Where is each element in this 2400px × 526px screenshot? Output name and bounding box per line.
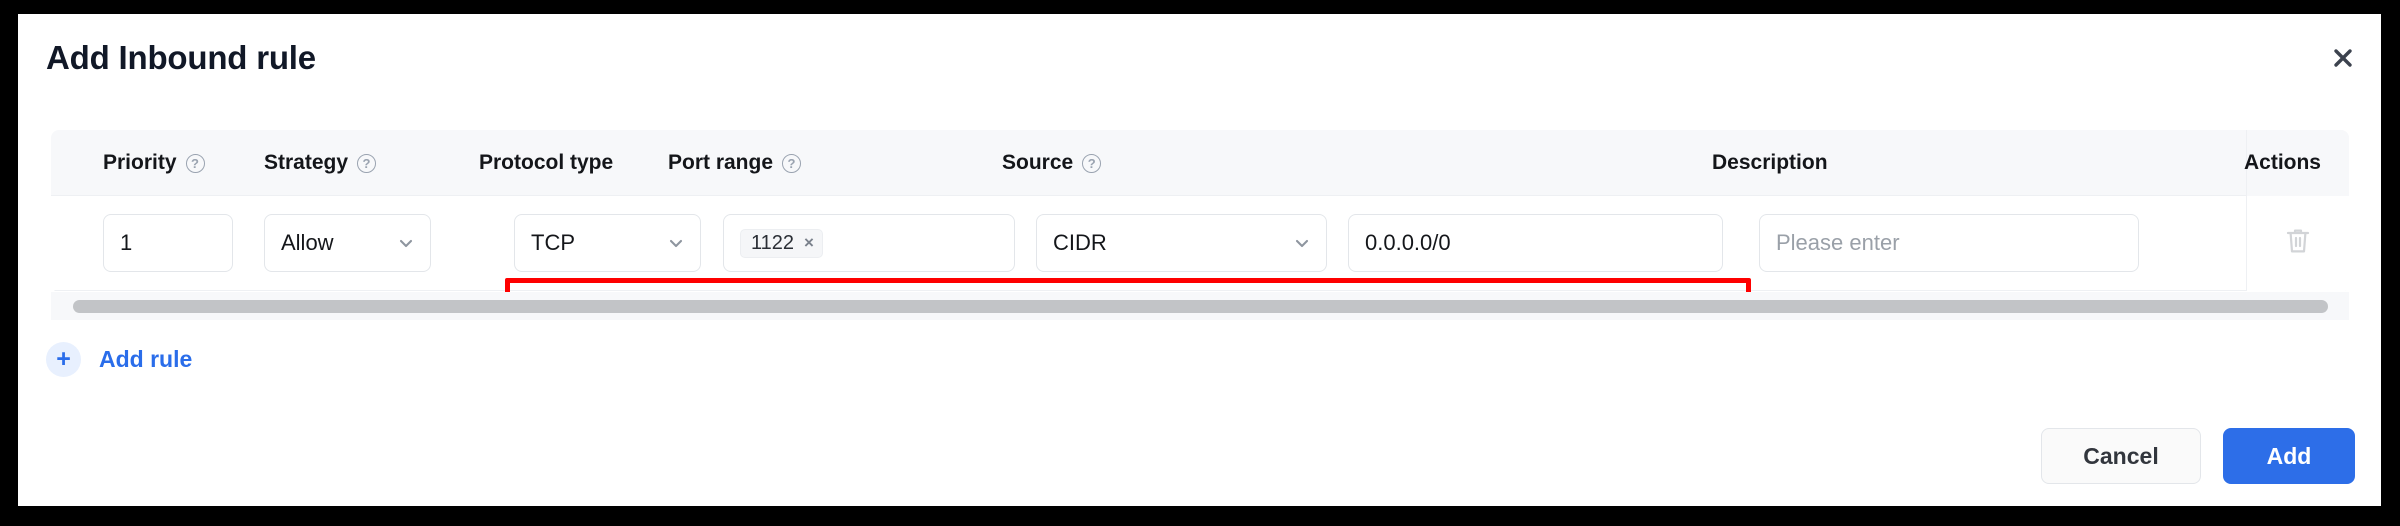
column-label: Source: [1002, 151, 1074, 174]
source-input[interactable]: 0.0.0.0/0: [1348, 214, 1723, 272]
protocol-type-cell: TCP: [514, 214, 701, 272]
column-label: Actions: [2243, 151, 2321, 174]
column-header-protocol-type: Protocol type: [479, 130, 613, 196]
protocol-type-select[interactable]: TCP: [514, 214, 701, 272]
add-inbound-rule-dialog: Add Inbound rule Priority ? Strategy ? P…: [18, 14, 2381, 506]
scrollbar-thumb[interactable]: [73, 299, 2328, 313]
remove-tag-icon[interactable]: ×: [804, 234, 814, 251]
column-label: Protocol type: [479, 151, 614, 174]
actions-cell: [2246, 196, 2349, 291]
priority-cell: 1: [103, 214, 233, 272]
cancel-button[interactable]: Cancel: [2041, 428, 2201, 484]
close-icon[interactable]: [2323, 38, 2363, 78]
strategy-select[interactable]: Allow: [264, 214, 431, 272]
source-value-cell: 0.0.0.0/0: [1348, 214, 1723, 272]
source-type-select-value: CIDR: [1053, 230, 1107, 255]
chevron-down-icon: [1294, 235, 1310, 251]
column-header-description: Description: [1712, 130, 1828, 196]
highlight-annotation: [505, 278, 1751, 292]
horizontal-scrollbar[interactable]: [51, 292, 2349, 320]
column-label: Description: [1712, 151, 1828, 174]
dialog-footer: Cancel Add: [2041, 428, 2355, 484]
plus-icon: +: [46, 342, 81, 377]
description-cell: Please enter: [1759, 214, 2139, 272]
column-header-actions: Actions: [2244, 130, 2321, 196]
page-title: Add Inbound rule: [46, 39, 316, 76]
source-type-select[interactable]: CIDR: [1036, 214, 1327, 272]
help-icon[interactable]: ?: [1082, 153, 1102, 173]
source-type-cell: CIDR: [1036, 214, 1327, 272]
column-header-strategy: Strategy ?: [264, 130, 377, 196]
port-tag-label: 1122: [751, 231, 795, 254]
chevron-down-icon: [668, 235, 684, 251]
help-icon[interactable]: ?: [185, 153, 205, 173]
port-range-cell: 1122 ×: [723, 214, 1015, 272]
column-label: Strategy: [264, 151, 349, 174]
table-row: 1 Allow TCP 1122 × CIDR 0.0.0.0/0 Please…: [51, 196, 2349, 292]
add-button[interactable]: Add: [2223, 428, 2355, 484]
column-label: Port range: [668, 151, 774, 174]
column-header-port-range: Port range ?: [668, 130, 802, 196]
dialog-header: Add Inbound rule: [18, 14, 2381, 100]
add-rule-button[interactable]: + Add rule: [46, 342, 192, 377]
help-icon[interactable]: ?: [357, 153, 377, 173]
strategy-cell: Allow: [264, 214, 431, 272]
chevron-down-icon: [398, 235, 414, 251]
column-label: Priority: [103, 151, 177, 174]
trash-icon[interactable]: [2285, 227, 2311, 260]
description-input[interactable]: Please enter: [1759, 214, 2139, 272]
column-header-source: Source ?: [1002, 130, 1102, 196]
priority-input[interactable]: 1: [103, 214, 233, 272]
table-header-row: Priority ? Strategy ? Protocol type Port…: [51, 130, 2349, 196]
column-header-priority: Priority ?: [103, 130, 205, 196]
rules-table: Priority ? Strategy ? Protocol type Port…: [51, 130, 2349, 292]
port-tag: 1122 ×: [740, 228, 823, 258]
strategy-select-value: Allow: [281, 230, 334, 255]
add-rule-label: Add rule: [99, 346, 193, 372]
port-range-input[interactable]: 1122 ×: [723, 214, 1015, 272]
protocol-type-select-value: TCP: [531, 230, 575, 255]
help-icon[interactable]: ?: [782, 153, 802, 173]
